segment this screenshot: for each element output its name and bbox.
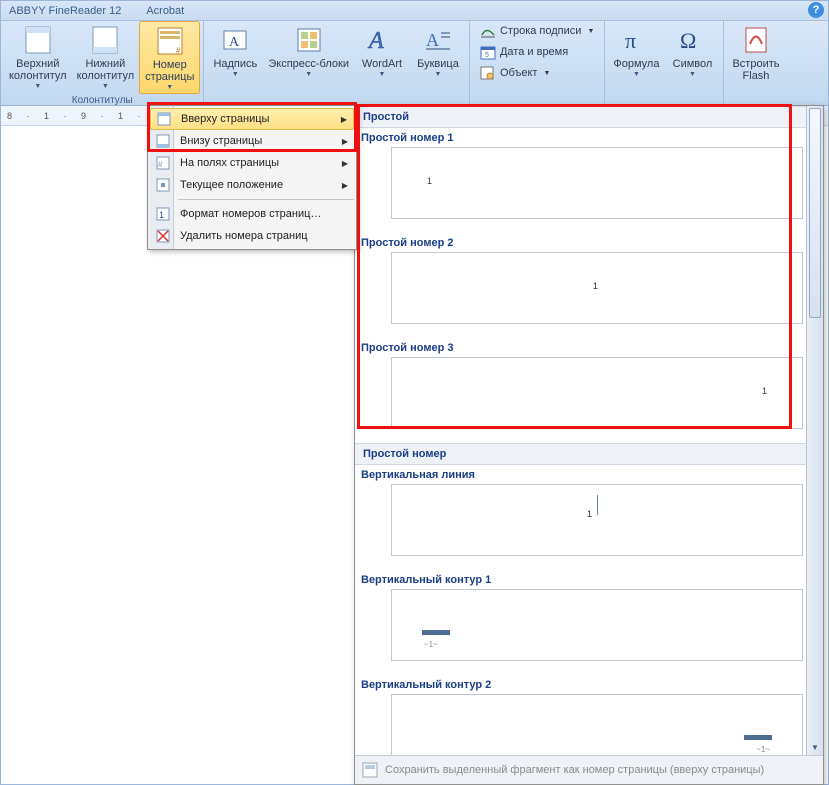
gallery-item-plain-2[interactable]: Простой номер 2 1 [355, 233, 823, 338]
signature-line-button[interactable]: Строка подписи ▼ [477, 21, 597, 41]
chevron-down-icon: ▼ [435, 71, 442, 78]
wordart-icon: A [366, 24, 398, 56]
textbox-icon: A [219, 24, 251, 56]
ribbon-group-symbols: π Формула ▼ Ω Символ ▼ [605, 21, 724, 105]
ribbon: Верхний колонтитул ▼ Нижний колонтитул ▼… [1, 21, 828, 106]
svg-text:1: 1 [159, 210, 164, 220]
menu-top-of-page[interactable]: Вверху страницы ▶ [150, 108, 354, 130]
page-number-button[interactable]: # Номер страницы ▼ [139, 21, 200, 94]
chevron-down-icon: ▼ [102, 83, 109, 90]
equation-button[interactable]: π Формула ▼ [608, 21, 664, 91]
flash-icon [740, 24, 772, 56]
preview-thumbnail: 1 [391, 484, 803, 556]
gallery-item-plain-3[interactable]: Простой номер 3 1 [355, 338, 823, 443]
textbox-button[interactable]: A Надпись ▼ [207, 21, 263, 91]
addin-acrobat[interactable]: Acrobat [146, 5, 184, 17]
pi-icon: π [620, 24, 652, 56]
gallery-item-vertical-outline-1[interactable]: Вертикальный контур 1 ~1~ [355, 570, 823, 675]
gallery-item-vertical-line[interactable]: Вертикальная линия 1 [355, 465, 823, 570]
svg-text:A: A [229, 35, 240, 50]
header-button[interactable]: Верхний колонтитул ▼ [4, 21, 72, 94]
chevron-down-icon: ▼ [633, 71, 640, 78]
gallery-scrollbar[interactable]: ▲ ▼ [806, 106, 823, 755]
help-icon[interactable]: ? [808, 2, 824, 18]
preview-thumbnail: ~1~ [391, 694, 803, 755]
gallery-item-vertical-outline-2[interactable]: Вертикальный контур 2 ~1~ [355, 675, 823, 755]
omega-icon: Ω [676, 24, 708, 56]
footer-button[interactable]: Нижний колонтитул ▼ [72, 21, 140, 94]
gallery-category: Простой [355, 106, 823, 128]
page-number-dropdown: Вверху страницы ▶ Внизу страницы ▶ # На … [147, 105, 357, 250]
symbol-button[interactable]: Ω Символ ▼ [664, 21, 720, 91]
gallery-category: Простой номер [355, 443, 823, 465]
gallery-footer[interactable]: Сохранить выделенный фрагмент как номер … [355, 755, 823, 784]
signature-icon [480, 23, 496, 39]
page-bottom-icon [154, 132, 172, 150]
current-position-icon [154, 176, 172, 194]
wordart-button[interactable]: A WordArt ▼ [354, 21, 410, 91]
quick-parts-button[interactable]: Экспресс-блоки ▼ [263, 21, 354, 91]
svg-text:#: # [158, 160, 163, 169]
chevron-down-icon: ▼ [305, 71, 312, 78]
svg-text:A: A [367, 28, 384, 54]
calendar-icon: 5 [480, 44, 496, 60]
chevron-down-icon: ▼ [34, 83, 41, 90]
scroll-down-icon[interactable]: ▼ [807, 739, 823, 755]
menu-current-position[interactable]: Текущее положение ▶ [150, 174, 354, 196]
chevron-right-icon: ▶ [342, 159, 348, 168]
ribbon-group-flash: Встроить Flash [724, 21, 787, 105]
dropcap-icon: A [422, 24, 454, 56]
remove-icon [154, 227, 172, 245]
chevron-down-icon: ▼ [166, 84, 173, 91]
svg-text:A: A [426, 30, 439, 50]
chevron-right-icon: ▶ [341, 115, 347, 124]
page-margins-icon: # [154, 154, 172, 172]
preview-thumbnail: 1 [391, 147, 803, 219]
chevron-down-icon: ▼ [587, 28, 594, 35]
save-selection-icon [361, 761, 379, 779]
chevron-down-icon: ▼ [689, 71, 696, 78]
page-top-icon [155, 110, 173, 128]
date-time-button[interactable]: 5 Дата и время [477, 42, 597, 62]
footer-icon [89, 24, 121, 56]
header-icon [22, 24, 54, 56]
page-number-icon: # [154, 25, 186, 57]
svg-text:Ω: Ω [680, 28, 696, 53]
preview-thumbnail: 1 [391, 357, 803, 429]
ribbon-group-headers-footers: Верхний колонтитул ▼ Нижний колонтитул ▼… [1, 21, 204, 105]
embed-flash-button[interactable]: Встроить Flash [727, 21, 784, 91]
svg-text:5: 5 [485, 52, 489, 59]
chevron-down-icon: ▼ [379, 71, 386, 78]
menu-page-margins[interactable]: # На полях страницы ▶ [150, 152, 354, 174]
object-icon [480, 65, 496, 81]
title-addins-bar: ABBYY FineReader 12 Acrobat ? [1, 1, 828, 21]
chevron-right-icon: ▶ [342, 181, 348, 190]
svg-text:#: # [176, 46, 181, 55]
scrollbar-thumb[interactable] [809, 108, 821, 318]
menu-remove-page-numbers[interactable]: Удалить номера страниц [150, 225, 354, 247]
preview-thumbnail: ~1~ [391, 589, 803, 661]
menu-bottom-of-page[interactable]: Внизу страницы ▶ [150, 130, 354, 152]
menu-format-page-numbers[interactable]: 1 Формат номеров страниц… [150, 203, 354, 225]
gallery-item-plain-1[interactable]: Простой номер 1 1 [355, 128, 823, 233]
preview-thumbnail: 1 [391, 252, 803, 324]
dropcap-button[interactable]: A Буквица ▼ [410, 21, 466, 91]
chevron-right-icon: ▶ [342, 137, 348, 146]
addin-abbyy[interactable]: ABBYY FineReader 12 [9, 5, 121, 17]
object-button[interactable]: Объект ▼ [477, 63, 597, 83]
page-number-gallery: Простой Простой номер 1 1 Простой номер … [354, 105, 824, 785]
ribbon-group-insert-misc: Строка подписи ▼ 5 Дата и время Объект ▼ [470, 21, 605, 105]
format-icon: 1 [154, 205, 172, 223]
quick-parts-icon [293, 24, 325, 56]
chevron-down-icon: ▼ [543, 70, 550, 77]
ribbon-group-text: A Надпись ▼ Экспресс-блоки ▼ A WordArt ▼ [204, 21, 470, 105]
svg-text:π: π [625, 28, 636, 53]
chevron-down-icon: ▼ [232, 71, 239, 78]
